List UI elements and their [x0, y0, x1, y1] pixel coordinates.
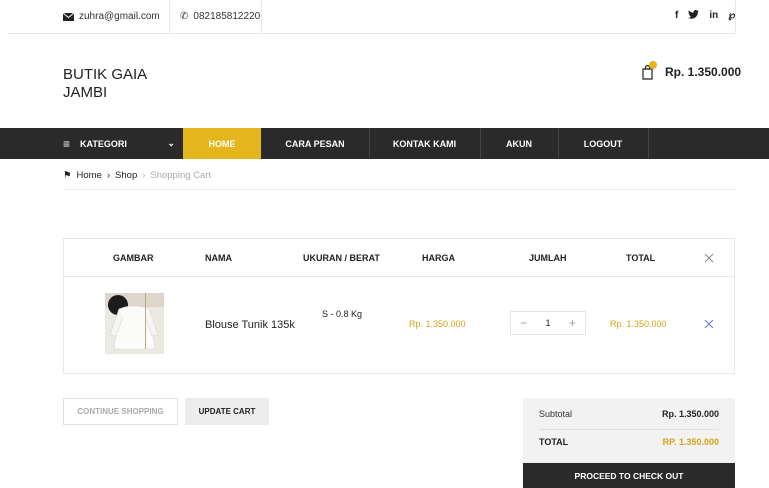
- breadcrumb-divider: [63, 189, 735, 190]
- increment-button[interactable]: +: [569, 316, 576, 330]
- total-value: RP. 1.350.000: [662, 437, 719, 447]
- breadcrumb-current: Shopping Cart: [150, 170, 212, 181]
- nav-logout[interactable]: LOGOUT: [558, 128, 648, 159]
- email-text: zuhra@gmail.com: [79, 11, 160, 22]
- divider: [735, 0, 736, 34]
- contact-phone[interactable]: ✆ 082185812220: [180, 11, 260, 22]
- nav-divider: [648, 128, 649, 159]
- top-bar: zuhra@gmail.com ✆ 082185812220 f in ℘: [0, 0, 769, 34]
- breadcrumb-separator: ›: [142, 170, 146, 181]
- subtotal-value: Rp. 1.350.000: [661, 409, 719, 419]
- product-name[interactable]: Blouse Tunik 135k: [205, 319, 295, 331]
- contact-email[interactable]: zuhra@gmail.com: [63, 11, 160, 22]
- linkedin-icon[interactable]: in: [709, 10, 718, 22]
- menu-icon: ≡: [63, 136, 71, 151]
- brand-line-2: JAMBI: [63, 84, 108, 101]
- nav-kontak-kami[interactable]: KONTAK KAMI: [369, 128, 480, 159]
- site-logo[interactable]: BUTIK GAIA JAMBI: [63, 66, 183, 102]
- breadcrumb-separator: ›: [106, 170, 111, 181]
- line-total: Rp. 1.350.000: [610, 319, 667, 329]
- decrement-button[interactable]: −: [520, 316, 527, 330]
- topbar-bottom-line: [8, 33, 735, 34]
- breadcrumb-home[interactable]: Home: [77, 170, 102, 181]
- update-cart-button[interactable]: UPDATE CART: [185, 398, 269, 425]
- continue-shopping-button[interactable]: CONTINUE SHOPPING: [63, 398, 178, 425]
- mini-cart[interactable]: Rp. 1.350.000: [641, 61, 742, 80]
- total-row: TOTAL RP. 1.350.000: [539, 437, 719, 447]
- quantity-value[interactable]: 1: [545, 318, 550, 328]
- social-links: f in ℘: [675, 10, 735, 22]
- divider: [169, 0, 170, 34]
- breadcrumb-shop[interactable]: Shop: [115, 170, 137, 181]
- total-label: TOTAL: [539, 437, 569, 447]
- cart-table: GAMBAR NAMA UKURAN / BERAT HARGA JUMLAH …: [63, 238, 735, 374]
- nav-cara-pesan[interactable]: CARA PESAN: [261, 128, 369, 159]
- home-icon: ⚑: [63, 170, 72, 181]
- nav-home[interactable]: HOME: [183, 128, 261, 159]
- product-image[interactable]: [105, 293, 164, 354]
- header-harga: HARGA: [422, 253, 455, 263]
- envelope-icon: [63, 12, 74, 21]
- header-total: TOTAL: [626, 253, 656, 263]
- cart-count-badge: [649, 61, 657, 69]
- product-price: Rp. 1.350.000: [409, 319, 466, 329]
- brand-line-1: BUTIK GAIA: [63, 66, 148, 83]
- product-size-weight: S - 0.8 Kg: [322, 309, 363, 319]
- phone-icon: ✆: [180, 11, 189, 22]
- category-label: KATEGORI: [80, 138, 127, 149]
- breadcrumb: ⚑ Home › Shop › Shopping Cart: [63, 170, 211, 181]
- header-ukuran-berat: UKURAN / BERAT: [303, 253, 380, 263]
- divider: [261, 0, 262, 34]
- subtotal-label: Subtotal: [539, 409, 573, 419]
- category-dropdown[interactable]: ≡ KATEGORI ⌄: [63, 128, 183, 159]
- subtotal-row: Subtotal Rp. 1.350.000: [539, 409, 719, 419]
- facebook-icon[interactable]: f: [675, 10, 678, 22]
- mini-cart-total: Rp. 1.350.000: [665, 65, 742, 79]
- quantity-stepper: − 1 +: [510, 311, 586, 335]
- main-navigation: ≡ KATEGORI ⌄ HOME CARA PESAN KONTAK KAMI…: [0, 128, 769, 159]
- nav-akun[interactable]: AKUN: [480, 128, 558, 159]
- shopping-bag-icon: [641, 61, 657, 80]
- chevron-down-icon: ⌄: [167, 138, 175, 148]
- header-divider: [64, 276, 734, 277]
- totals-divider: [539, 429, 719, 430]
- remove-item-icon[interactable]: [704, 319, 714, 329]
- phone-text: 082185812220: [193, 11, 261, 22]
- header-gambar: GAMBAR: [113, 253, 154, 263]
- header-jumlah: JUMLAH: [529, 253, 567, 263]
- header-nama: NAMA: [205, 253, 232, 263]
- clear-cart-icon[interactable]: [704, 253, 714, 263]
- checkout-button[interactable]: PROCEED TO CHECK OUT: [523, 463, 735, 488]
- twitter-icon[interactable]: [688, 10, 700, 22]
